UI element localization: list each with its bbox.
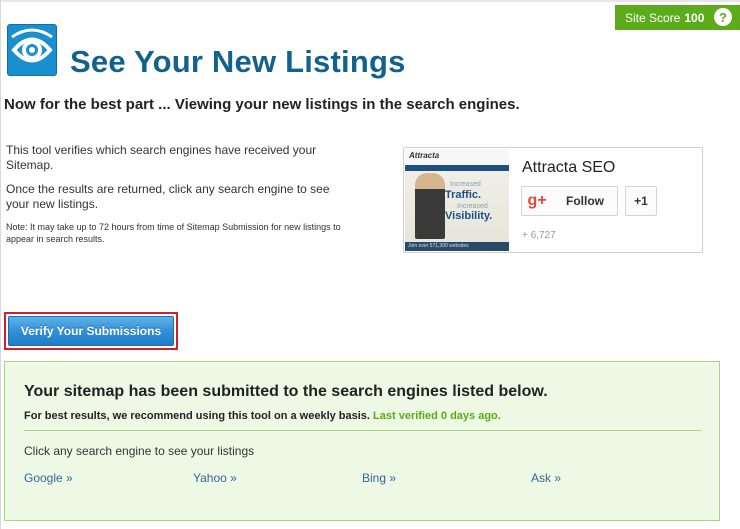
google-plus-icon: g+ <box>527 192 547 209</box>
follow-label: Follow <box>566 194 604 208</box>
question-icon[interactable]: ? <box>714 8 732 26</box>
promo-line-1: Increased <box>450 181 481 188</box>
promo-footer: Join over 571,300 websites <box>405 242 509 251</box>
results-title: Your sitemap has been submitted to the s… <box>24 383 548 400</box>
gplus-follow-button[interactable]: g+ Follow <box>521 186 618 216</box>
promo-nav-bar <box>405 165 509 171</box>
engine-link-ask[interactable]: Ask » <box>531 471 561 485</box>
follower-count: + 6,727 <box>522 230 556 241</box>
eye-logo-icon <box>7 24 57 76</box>
promo-woman-figure <box>415 173 445 239</box>
intro-note: Note: It may take up to 72 hours from ti… <box>6 222 341 244</box>
engine-link-bing[interactable]: Bing » <box>362 471 396 485</box>
intro-text: This tool verifies which search engines … <box>6 143 351 254</box>
verify-submissions-button[interactable]: Verify Your Submissions <box>8 316 174 346</box>
click-hint: Click any search engine to see your list… <box>24 444 255 458</box>
verify-highlight: Verify Your Submissions <box>4 312 178 350</box>
top-border <box>0 0 740 2</box>
site-score-badge[interactable]: Site Score 100 ? <box>615 5 740 30</box>
intro-paragraph-2: Once the results are returned, click any… <box>6 182 330 211</box>
recommendation-text: For best results, we recommend using thi… <box>24 410 370 422</box>
engine-link-google[interactable]: Google » <box>24 471 73 485</box>
results-panel: Your sitemap has been submitted to the s… <box>4 361 720 521</box>
google-plus-badge: Attracta Increased Traffic. Increased Vi… <box>403 147 703 253</box>
last-verified-text: Last verified 0 days ago. <box>373 410 501 422</box>
attracta-promo-image[interactable]: Attracta Increased Traffic. Increased Vi… <box>405 149 509 251</box>
engine-link-yahoo[interactable]: Yahoo » <box>193 471 237 485</box>
promo-line-2: Traffic. <box>445 189 482 201</box>
page-subtitle: Now for the best part ... Viewing your n… <box>4 96 520 113</box>
promo-line-3: Increased <box>457 203 488 210</box>
site-score-label: Site Score <box>625 10 681 25</box>
promo-brand: Attracta <box>405 149 509 166</box>
gplus-page-name[interactable]: Attracta SEO <box>522 159 615 177</box>
promo-line-4: Visibility. <box>445 210 493 222</box>
results-recommendation: For best results, we recommend using thi… <box>24 410 501 422</box>
intro-paragraph-1: This tool verifies which search engines … <box>6 143 317 172</box>
page-title: See Your New Listings <box>70 44 406 79</box>
plus-one-button[interactable]: +1 <box>625 186 657 216</box>
results-divider <box>24 430 701 431</box>
site-score-value: 100 <box>684 10 705 25</box>
left-border <box>0 0 1 529</box>
